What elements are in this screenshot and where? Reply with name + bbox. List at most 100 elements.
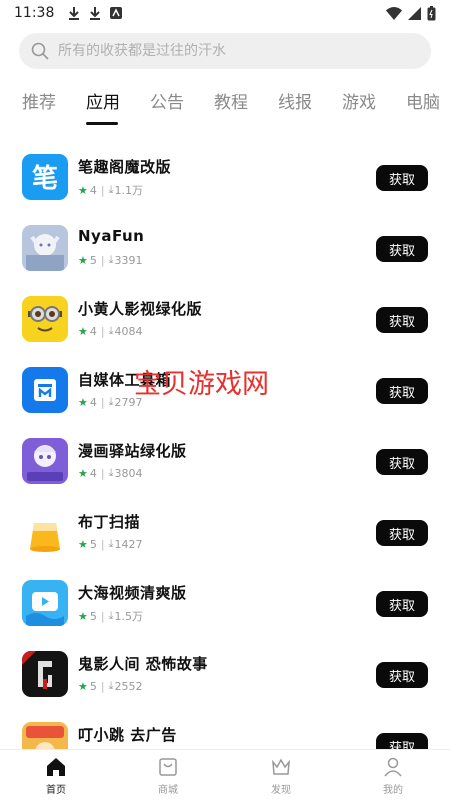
app-list: 笔 笔趣阁魔改版 ★ 4 | ⤓ 1.1万 获取 NyaFun ★ 5 | ⤓ …: [0, 142, 450, 749]
list-item[interactable]: 大海视频清爽版 ★ 5 | ⤓ 1.5万 获取: [0, 568, 450, 639]
tab-recommend[interactable]: 推荐: [22, 88, 56, 113]
app-rating: 4: [89, 183, 97, 197]
nav-label: 商城: [158, 785, 178, 796]
download-count-icon: ⤓: [108, 324, 114, 337]
download-count: 3391: [114, 253, 143, 267]
tab-games[interactable]: 游戏: [342, 88, 376, 113]
get-button[interactable]: 获取: [376, 591, 428, 617]
download-count: 2552: [114, 679, 143, 693]
home-icon: [47, 758, 65, 776]
status-time: 11:38: [14, 5, 55, 21]
star-icon: ★: [78, 679, 88, 693]
tab-pc[interactable]: 电脑: [406, 88, 440, 113]
app-rating: 5: [89, 537, 97, 551]
download-count: 3804: [114, 466, 143, 480]
star-icon: ★: [78, 324, 88, 338]
app-meta: ★ 4 | ⤓ 2797: [78, 395, 142, 409]
app-icon-comic-station: [22, 438, 68, 484]
divider: |: [100, 183, 105, 197]
category-tabs: 推荐 应用 公告 教程 线报 游戏 电脑: [0, 78, 450, 126]
star-icon: ★: [78, 183, 88, 197]
app-icon-biquge: 笔: [22, 154, 68, 200]
tab-announcements[interactable]: 公告: [150, 88, 184, 113]
app-meta: ★ 4 | ⤓ 4084: [78, 324, 142, 338]
download-count: 2797: [114, 395, 143, 409]
get-button[interactable]: 获取: [376, 520, 428, 546]
app-meta: ★ 4 | ⤓ 3804: [78, 466, 142, 480]
divider: |: [100, 679, 105, 693]
get-button[interactable]: 获取: [376, 733, 428, 749]
get-button[interactable]: 获取: [376, 307, 428, 333]
download-count: 1427: [114, 537, 143, 551]
app-name: 大海视频清爽版: [78, 584, 187, 602]
get-button[interactable]: 获取: [376, 165, 428, 191]
star-icon: ★: [78, 253, 88, 267]
list-item[interactable]: 鬼影人间 恐怖故事 ★ 5 | ⤓ 2552 获取: [0, 639, 450, 710]
app-icon-minion: [22, 296, 68, 342]
download-count-icon: ⤓: [108, 679, 114, 692]
download-count-icon: ⤓: [108, 537, 114, 550]
active-tab-indicator: [86, 122, 118, 125]
download-count-icon: ⤓: [108, 466, 114, 479]
get-button[interactable]: 获取: [376, 662, 428, 688]
download-icon: [69, 7, 80, 20]
wifi-icon: [386, 6, 402, 20]
bottom-nav: 首页 商城 发现 我的: [0, 749, 450, 800]
search-icon: [31, 42, 49, 60]
list-item[interactable]: 笔 笔趣阁魔改版 ★ 4 | ⤓ 1.1万 获取: [0, 142, 450, 213]
star-icon: ★: [78, 609, 88, 623]
app-rating: 4: [89, 324, 97, 338]
get-button[interactable]: 获取: [376, 378, 428, 404]
star-icon: ★: [78, 537, 88, 551]
download-count: 1.1万: [114, 184, 143, 197]
status-bar: 11:38: [0, 0, 450, 26]
list-item[interactable]: NyaFun ★ 5 | ⤓ 3391 获取: [0, 213, 450, 284]
nav-discover[interactable]: 发现: [251, 756, 311, 796]
signal-icon: [408, 6, 421, 20]
app-name: 叮小跳 去广告: [78, 726, 177, 744]
nav-shop[interactable]: 商城: [138, 756, 198, 796]
app-rating: 5: [89, 609, 97, 623]
nav-label: 我的: [383, 785, 403, 796]
download-count: 4084: [114, 324, 143, 338]
list-item[interactable]: 小黄人影视绿化版 ★ 4 | ⤓ 4084 获取: [0, 284, 450, 355]
app-icon-pudding-scanner: [22, 509, 68, 555]
app-meta: ★ 5 | ⤓ 1.5万: [78, 608, 143, 624]
system-icons: [386, 5, 436, 21]
get-button[interactable]: 获取: [376, 449, 428, 475]
app-icon-ghost-stories: [22, 651, 68, 697]
list-item[interactable]: 漫画驿站绿化版 ★ 4 | ⤓ 3804 获取: [0, 426, 450, 497]
divider: |: [100, 253, 105, 267]
app-rating: 5: [89, 253, 97, 267]
divider: |: [100, 537, 105, 551]
divider: |: [100, 324, 105, 338]
app-rating: 4: [89, 466, 97, 480]
list-item[interactable]: 布丁扫描 ★ 5 | ⤓ 1427 获取: [0, 497, 450, 568]
battery-icon: [427, 5, 436, 20]
divider: |: [100, 395, 105, 409]
get-button[interactable]: 获取: [376, 236, 428, 262]
app-name: 布丁扫描: [78, 513, 141, 531]
app-meta: ★ 4 | ⤓ 1.1万: [78, 182, 143, 198]
tab-tutorials[interactable]: 教程: [214, 88, 248, 113]
star-icon: ★: [78, 466, 88, 480]
search-bar[interactable]: [19, 33, 431, 69]
app-icon-nyafun: [22, 225, 68, 271]
app-meta: ★ 5 | ⤓ 3391: [78, 253, 142, 267]
crown-icon: [272, 758, 290, 775]
download-count-icon: ⤓: [108, 183, 114, 196]
list-item[interactable]: 自媒体工具箱 ★ 4 | ⤓ 2797 获取: [0, 355, 450, 426]
app-notification-icon: [110, 7, 123, 19]
app-icon-dingxiaotiao: [22, 722, 68, 749]
list-item[interactable]: 叮小跳 去广告 获取: [0, 710, 450, 749]
nav-home[interactable]: 首页: [26, 756, 86, 796]
notification-icons: [68, 6, 123, 20]
tab-tips[interactable]: 线报: [278, 88, 312, 113]
tab-apps[interactable]: 应用: [86, 88, 120, 113]
app-name: NyaFun: [78, 227, 145, 245]
svg-text:笔: 笔: [32, 163, 58, 194]
search-input[interactable]: [58, 43, 398, 59]
app-meta: ★ 5 | ⤓ 2552: [78, 679, 142, 693]
nav-profile[interactable]: 我的: [363, 756, 423, 796]
divider: |: [100, 466, 105, 480]
